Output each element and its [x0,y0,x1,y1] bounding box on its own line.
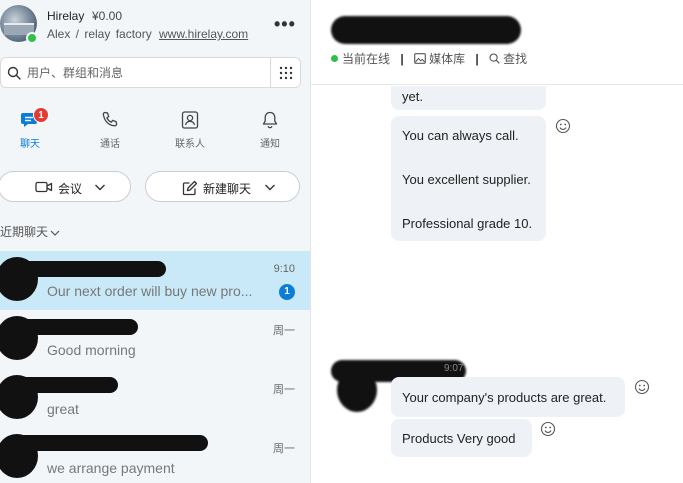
meeting-button[interactable]: 会议 [0,171,131,202]
message-bubble[interactable]: Your company's products are great. [391,377,625,417]
message-text: You can always call. [402,128,519,143]
recent-chats-header[interactable]: 近期聊天 [0,223,60,240]
tab-notifications[interactable]: 通知 [240,106,300,150]
separator: | [400,52,404,66]
profile-header: Hirelay ¥0.00 Alex / relay factory www.h… [0,0,310,54]
add-reaction-icon[interactable] [634,379,650,395]
compose-icon [182,180,198,196]
dialpad-icon [279,66,293,79]
online-status-dot [331,55,338,62]
add-reaction-icon[interactable] [540,421,556,437]
message-list: yet. You can always call. You excellent … [311,86,683,483]
chat-preview: we arrange payment [47,460,175,476]
chat-list-item[interactable]: 9:10 Our next order will buy new pro... … [0,251,310,310]
tab-contacts-label: 联系人 [175,139,205,150]
profile-link[interactable]: www.hirelay.com [159,27,248,41]
conversation-meta: 当前在线 | 媒体库 | 查找 [331,50,527,67]
video-camera-icon [35,181,53,193]
find-label: 查找 [503,52,528,66]
profile-balance[interactable]: ¥0.00 [92,9,122,23]
chat-time: 9:10 [273,263,295,275]
chevron-down-icon [95,184,105,191]
message-time: 9:07 [444,363,464,374]
new-chat-button[interactable]: 新建聊天 [145,171,300,202]
media-library-label: 媒体库 [429,52,466,66]
message-text: yet. [402,89,423,104]
chat-time: 周一 [273,325,295,337]
chat-time: 周一 [273,443,295,455]
chevron-down-icon [265,184,275,191]
find-link[interactable]: 查找 [489,52,527,66]
search-box[interactable] [0,57,301,88]
conversation-title-redacted [331,16,521,44]
separator: | [475,52,479,66]
tab-contacts[interactable]: 联系人 [160,106,220,150]
chat-list-item[interactable]: 周一 Good morning [0,310,310,369]
unread-badge: 1 [279,284,295,300]
dialpad-button[interactable] [270,58,301,87]
nav-tabs: 1 聊天 通话 联系人 通知 [0,106,310,150]
tab-notifications-label: 通知 [260,139,280,150]
search-icon [7,66,21,80]
message-text: You excellent supplier. [402,172,531,187]
image-icon [414,53,426,64]
presence-status: 当前在线 [342,52,391,66]
profile-name[interactable]: Hirelay [47,9,84,23]
chat-preview: Our next order will buy new pro... [47,283,253,299]
new-chat-label: 新建聊天 [203,182,252,196]
search-input[interactable] [27,64,267,82]
more-options-button[interactable]: ••• [274,14,296,35]
tab-chat-label: 聊天 [20,139,40,150]
chat-list-item[interactable]: 周一 great [0,369,310,428]
conversation-pane: 当前在线 | 媒体库 | 查找 yet. You can always call… [311,0,683,483]
chat-list-item[interactable]: 周一 we arrange payment [0,428,310,483]
contact-name-redacted [6,261,166,277]
message-bubble[interactable]: yet. [391,86,546,110]
contact-name-redacted [6,377,118,393]
online-status-dot [26,32,38,44]
message-bubble[interactable]: Products Very good [391,419,532,457]
chat-preview: great [47,401,79,417]
message-text: Your company's products are great. [402,390,607,405]
phone-icon [102,111,118,127]
recent-chats-label: 近期聊天 [0,225,49,239]
media-library-link[interactable]: 媒体库 [414,52,465,66]
tab-chat[interactable]: 1 聊天 [0,106,60,150]
chat-unread-badge: 1 [33,107,49,123]
chevron-down-icon [50,230,60,236]
add-reaction-icon[interactable] [555,118,571,134]
message-text: Professional grade 10. [402,216,533,231]
contact-name-redacted [6,319,138,335]
tab-calls-label: 通话 [100,139,120,150]
profile-subtitle: Alex / relay factory [47,27,152,41]
message-bubble[interactable]: You can always call. You excellent suppl… [391,116,546,241]
contact-name-redacted [6,435,208,451]
sidebar: Hirelay ¥0.00 Alex / relay factory www.h… [0,0,311,483]
contacts-icon [181,111,199,129]
chat-preview: Good morning [47,342,136,358]
chat-time: 周一 [273,384,295,396]
conversation-header: 当前在线 | 媒体库 | 查找 [311,0,683,85]
meeting-label: 会议 [58,182,83,196]
tab-calls[interactable]: 通话 [80,106,140,150]
search-icon [489,53,500,64]
message-text: Products Very good [402,431,516,446]
bell-icon [262,111,278,129]
